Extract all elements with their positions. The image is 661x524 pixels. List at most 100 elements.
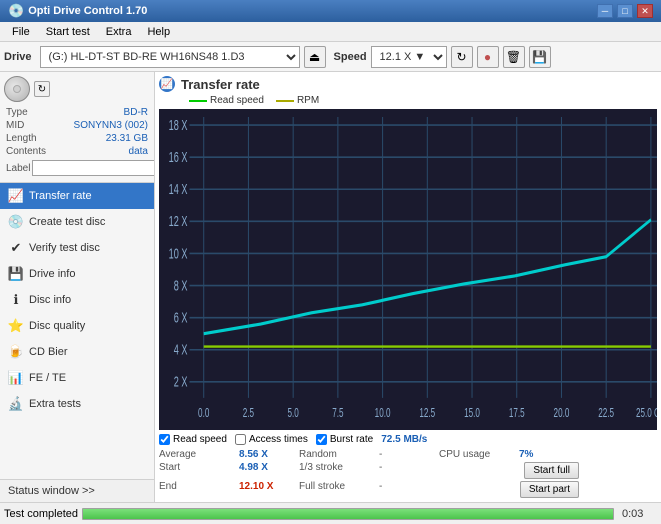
svg-text:6 X: 6 X	[174, 309, 188, 326]
chart-title-bar: 📈 Transfer rate	[159, 76, 657, 92]
nav-section: 📈 Transfer rate 💿 Create test disc ✔ Ver…	[0, 183, 154, 479]
burn-button[interactable]: ●	[477, 46, 499, 68]
nav-fe-te[interactable]: 📊 FE / TE	[0, 365, 154, 391]
disc-length-row: Length 23.31 GB	[4, 132, 150, 145]
eject-button[interactable]: ⏏	[304, 46, 326, 68]
minimize-button[interactable]: ─	[597, 4, 613, 18]
disc-length-label: Length	[6, 133, 37, 144]
disc-contents-label: Contents	[6, 146, 46, 157]
end-value: 12.10 X	[239, 481, 299, 498]
end-label: End	[159, 481, 239, 498]
nav-create-test-disc[interactable]: 💿 Create test disc	[0, 209, 154, 235]
nav-disc-quality-label: Disc quality	[29, 320, 85, 332]
svg-text:12 X: 12 X	[169, 213, 188, 230]
random-label: Random	[299, 449, 379, 460]
verify-test-disc-icon: ✔	[8, 240, 24, 256]
speed-select[interactable]: 12.1 X ▼	[371, 46, 447, 68]
disc-type-label: Type	[6, 107, 28, 118]
chart-bottom: Read speed Access times Burst rate 72.5 …	[159, 434, 657, 445]
disc-mid-label: MID	[6, 120, 24, 131]
disc-mid-row: MID SONYNN3 (002)	[4, 119, 150, 132]
drive-select[interactable]: (G:) HL-DT-ST BD-RE WH16NS48 1.D3	[40, 46, 300, 68]
svg-text:5.0: 5.0	[288, 406, 299, 420]
svg-text:10.0: 10.0	[375, 406, 391, 420]
chart-svg: 18 X 16 X 14 X 12 X 10 X 8 X 6 X 4 X 2 X…	[159, 109, 657, 430]
disc-label-row: Label 🔍	[4, 158, 150, 178]
disc-contents-row: Contents data	[4, 145, 150, 158]
save-button[interactable]: 💾	[529, 46, 551, 68]
stroke13-dash: -	[379, 462, 439, 479]
nav-disc-info-label: Disc info	[29, 294, 71, 306]
menu-file[interactable]: File	[4, 24, 38, 40]
disc-label-text: Label	[6, 163, 30, 174]
disc-type-row: Type BD-R	[4, 106, 150, 119]
status-bar: Test completed 0:03	[0, 502, 661, 524]
access-times-checkbox-label[interactable]: Access times	[235, 434, 308, 445]
nav-extra-tests[interactable]: 🔬 Extra tests	[0, 391, 154, 417]
burst-rate-checkbox-label[interactable]: Burst rate	[316, 434, 373, 445]
read-speed-checkbox-label[interactable]: Read speed	[159, 434, 227, 445]
refresh-speed-button[interactable]: ↻	[451, 46, 473, 68]
svg-text:10 X: 10 X	[169, 245, 188, 262]
full-stroke-label: Full stroke	[299, 481, 379, 498]
svg-text:0.0: 0.0	[198, 406, 209, 420]
status-time: 0:03	[622, 508, 657, 520]
access-times-checkbox[interactable]	[235, 434, 246, 445]
disc-icon	[4, 76, 30, 102]
disc-section: ↻ Type BD-R MID SONYNN3 (002) Length 23.…	[0, 72, 154, 183]
app-title: Opti Drive Control 1.70	[28, 5, 597, 17]
disc-contents-value: data	[129, 146, 148, 157]
nav-disc-info[interactable]: ℹ Disc info	[0, 287, 154, 313]
read-speed-checkbox-text: Read speed	[173, 434, 227, 445]
sidebar: ↻ Type BD-R MID SONYNN3 (002) Length 23.…	[0, 72, 155, 502]
burst-rate-checkbox-text: Burst rate	[330, 434, 373, 445]
svg-text:17.5: 17.5	[509, 406, 525, 420]
nav-cd-bier[interactable]: 🍺 CD Bier	[0, 339, 154, 365]
nav-transfer-rate[interactable]: 📈 Transfer rate	[0, 183, 154, 209]
svg-text:4 X: 4 X	[174, 341, 188, 358]
fe-te-icon: 📊	[8, 370, 24, 386]
disc-type-value: BD-R	[124, 107, 148, 118]
legend-read-speed-label: Read speed	[210, 95, 264, 106]
speed-label: Speed	[334, 51, 367, 63]
maximize-button[interactable]: □	[617, 4, 633, 18]
erase-button[interactable]: 🗑	[503, 46, 525, 68]
app-icon: 💿	[8, 3, 24, 19]
menu-bar: File Start test Extra Help	[0, 22, 661, 42]
nav-disc-quality[interactable]: ⭐ Disc quality	[0, 313, 154, 339]
svg-text:15.0: 15.0	[464, 406, 480, 420]
start-full-button[interactable]: Start full	[524, 462, 579, 479]
main-area: ↻ Type BD-R MID SONYNN3 (002) Length 23.…	[0, 72, 661, 502]
nav-extra-tests-label: Extra tests	[29, 398, 81, 410]
svg-text:2 X: 2 X	[174, 374, 188, 391]
drive-toolbar: Drive (G:) HL-DT-ST BD-RE WH16NS48 1.D3 …	[0, 42, 661, 72]
chart-container: 18 X 16 X 14 X 12 X 10 X 8 X 6 X 4 X 2 X…	[159, 109, 657, 430]
nav-verify-test-disc[interactable]: ✔ Verify test disc	[0, 235, 154, 261]
disc-refresh-button[interactable]: ↻	[34, 81, 50, 97]
access-times-checkbox-text: Access times	[249, 434, 308, 445]
stats-table: Average 8.56 X Random - CPU usage 7% Sta…	[159, 449, 657, 498]
read-speed-checkbox[interactable]	[159, 434, 170, 445]
average-label: Average	[159, 449, 239, 460]
start-part-button[interactable]: Start part	[520, 481, 579, 498]
menu-start-test[interactable]: Start test	[38, 24, 98, 40]
status-window-button[interactable]: Status window >>	[0, 479, 154, 502]
disc-label-input[interactable]	[32, 160, 155, 176]
nav-drive-info[interactable]: 💾 Drive info	[0, 261, 154, 287]
svg-text:18 X: 18 X	[169, 117, 188, 134]
status-window-label: Status window >>	[8, 485, 95, 497]
disc-quality-icon: ⭐	[8, 318, 24, 334]
random-dash: -	[379, 449, 439, 460]
svg-text:8 X: 8 X	[174, 277, 188, 294]
close-button[interactable]: ✕	[637, 4, 653, 18]
menu-extra[interactable]: Extra	[98, 24, 140, 40]
average-value: 8.56 X	[239, 449, 299, 460]
disc-length-value: 23.31 GB	[106, 133, 148, 144]
burst-rate-value: 72.5 MB/s	[381, 434, 427, 445]
burst-rate-checkbox[interactable]	[316, 434, 327, 445]
svg-text:14 X: 14 X	[169, 181, 188, 198]
disc-info-icon: ℹ	[8, 292, 24, 308]
menu-help[interactable]: Help	[139, 24, 178, 40]
nav-transfer-rate-label: Transfer rate	[29, 190, 92, 202]
nav-drive-info-label: Drive info	[29, 268, 75, 280]
